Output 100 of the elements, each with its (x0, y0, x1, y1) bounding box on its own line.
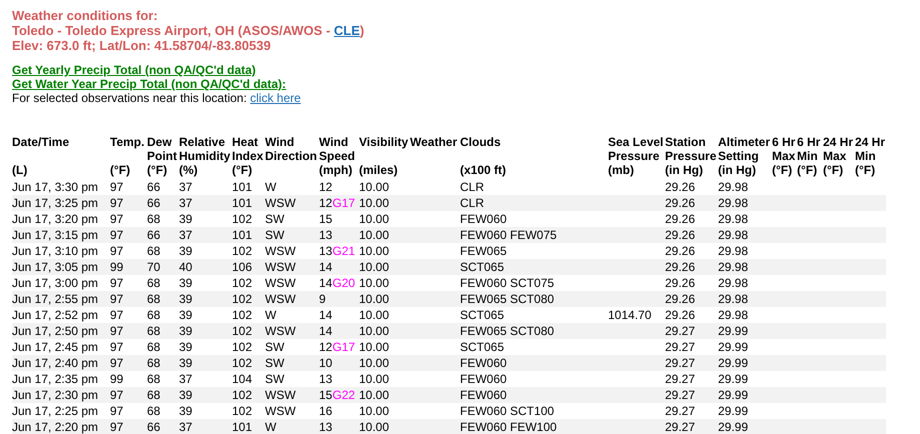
table-cell: 10.00 (359, 324, 390, 338)
table-cell: 97 (110, 180, 124, 194)
table-cell: 14 (319, 260, 332, 274)
table-cell: 37 (179, 180, 192, 194)
click-here-link[interactable]: click here (250, 91, 301, 105)
table-cell: 13G21 (319, 244, 356, 258)
table-cell: 66 (147, 420, 160, 434)
table-cell: SW (265, 372, 284, 386)
table-cell: FEW065 (460, 244, 507, 258)
table-cell: Jun 17, 3:25 pm (12, 196, 98, 210)
column-header: Wind Speed (mph) (319, 135, 356, 177)
table-cell: 68 (147, 388, 160, 402)
table-cell: 10.00 (359, 228, 390, 242)
table-cell: SCT065 (460, 260, 504, 274)
table-cell: 68 (147, 212, 160, 226)
table-cell: W (265, 420, 276, 434)
table-cell: 29.99 (718, 356, 748, 370)
table-cell: Jun 17, 3:00 pm (12, 276, 98, 290)
table-cell: WSW (265, 196, 296, 210)
table-cell: 29.99 (718, 420, 748, 434)
table-cell: 29.27 (665, 324, 696, 338)
table-cell: 16 (319, 404, 332, 418)
table-cell: 10.00 (359, 420, 390, 434)
table-cell: 68 (147, 244, 160, 258)
table-cell: 102 (232, 244, 252, 258)
table-cell: 10.00 (359, 244, 390, 258)
column-header: Clouds (x100 ft) (460, 135, 508, 177)
table-cell: 101 (232, 228, 252, 242)
table-cell: 29.98 (718, 196, 748, 210)
table-cell: 102 (232, 212, 252, 226)
table-cell: 29.98 (718, 308, 748, 322)
table-cell: 13 (319, 420, 332, 434)
page-title: Weather conditions for: (12, 8, 159, 23)
table-cell: SCT065 (460, 340, 504, 354)
table-cell: 39 (179, 276, 192, 290)
table-cell: FEW065 SCT080 (460, 292, 554, 306)
table-cell: WSW (265, 388, 296, 402)
table-cell: 68 (147, 340, 160, 354)
table-cell: Jun 17, 2:52 pm (12, 308, 98, 322)
table-cell: 29.99 (718, 340, 748, 354)
table-cell: 68 (147, 324, 160, 338)
table-cell: 29.26 (665, 260, 696, 274)
table-cell: WSW (265, 404, 296, 418)
elevation-text: Elev: 673.0 ft; Lat/Lon: 41.58704/-83.80539 (12, 38, 272, 53)
table-cell: 29.98 (718, 180, 748, 194)
table-cell: 39 (179, 388, 192, 402)
column-header: 6 Hr Min (°F) (797, 135, 822, 177)
table-cell: 68 (147, 356, 160, 370)
column-header: Wind Direction (265, 135, 318, 165)
column-header: Sea Level Pressure (mb) (608, 135, 664, 177)
table-cell: CLR (460, 196, 484, 210)
table-cell: 29.26 (665, 180, 696, 194)
table-cell: 68 (147, 372, 160, 386)
table-cell: 97 (110, 308, 124, 322)
table-cell: W (265, 180, 276, 194)
table-cell: 66 (147, 180, 160, 194)
table-cell: 29.98 (718, 292, 748, 306)
column-header: Weather (410, 135, 458, 151)
table-cell: 10.00 (359, 180, 390, 194)
table-cell: FEW060 FEW100 (460, 420, 557, 434)
station-name: Toledo - Toledo Express Airport, OH (ASOS/AWOS - (12, 23, 332, 38)
nearby-text: For selected observations near this location: (12, 91, 248, 105)
table-cell: 102 (232, 404, 252, 418)
table-cell: 29.27 (665, 404, 696, 418)
table-cell: 13 (319, 228, 332, 242)
table-cell: SW (265, 212, 284, 226)
table-cell: 102 (232, 276, 252, 290)
table-cell: 29.26 (665, 276, 696, 290)
table-cell: SW (265, 228, 284, 242)
table-cell: 39 (179, 308, 192, 322)
table-cell: 29.27 (665, 420, 696, 434)
table-cell: 1014.70 (608, 308, 652, 322)
table-cell: 10.00 (359, 212, 390, 226)
table-cell: 12G17 (319, 196, 356, 210)
table-cell: Jun 17, 3:30 pm (12, 180, 98, 194)
table-cell: 10.00 (359, 388, 390, 402)
table-cell: 14G20 (319, 276, 356, 290)
column-header: 24 Hr Min (°F) (855, 135, 886, 177)
table-cell: 97 (110, 324, 124, 338)
table-cell: WSW (265, 292, 296, 306)
table-cell: 97 (110, 420, 124, 434)
table-cell: WSW (265, 244, 296, 258)
table-cell: 29.99 (718, 372, 748, 386)
column-header: Temp. (°F) (110, 135, 146, 177)
table-cell: 29.99 (718, 388, 748, 402)
table-cell: Jun 17, 2:35 pm (12, 372, 98, 386)
station-link[interactable]: CLE (334, 23, 360, 38)
precip-link[interactable]: Get Water Year Precip Total (non QA/QC'd data): (12, 77, 286, 91)
table-cell: Jun 17, 2:50 pm (12, 324, 98, 338)
table-cell: 37 (179, 372, 192, 386)
table-cell: FEW060 FEW075 (460, 228, 557, 242)
table-cell: FEW060 SCT075 (460, 276, 554, 290)
table-cell: 70 (147, 260, 160, 274)
table-cell: SCT065 (460, 308, 504, 322)
column-header: Station Pressure (in Hg) (665, 135, 718, 177)
column-header: 6 Hr Max (°F) (772, 135, 796, 177)
table-cell: 29.99 (718, 404, 748, 418)
table-cell: 10.00 (359, 292, 390, 306)
table-cell: 9 (319, 292, 326, 306)
precip-link[interactable]: Get Yearly Precip Total (non QA/QC'd data) (12, 63, 256, 77)
